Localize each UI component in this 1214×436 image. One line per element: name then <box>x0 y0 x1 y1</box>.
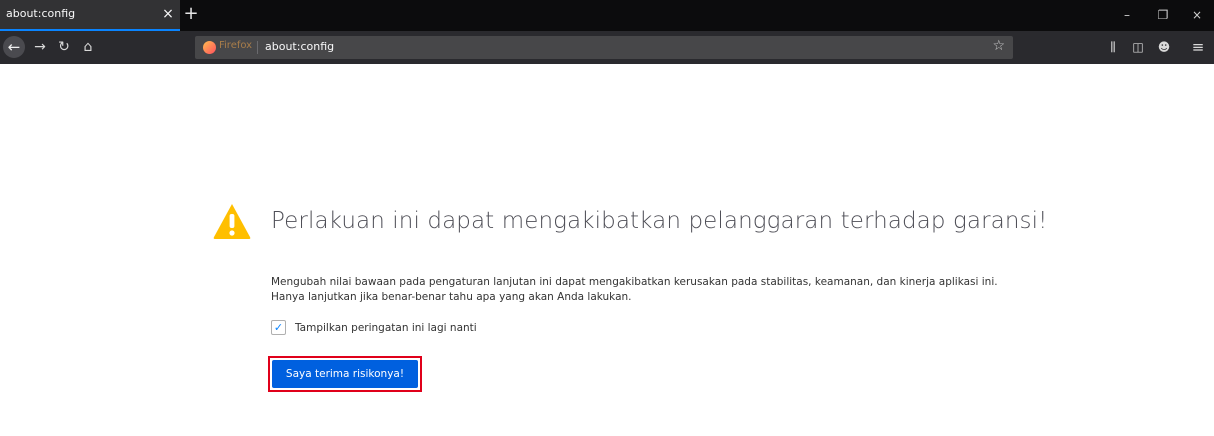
urlbar-separator <box>257 41 258 54</box>
warning-description-line-2: Hanya lanjutkan jika benar-benar tahu ap… <box>271 291 632 303</box>
browser-window: about:config × + – ❐ × ← → ↻ ⌂ Firefox a… <box>0 0 1214 436</box>
url-text[interactable]: about:config <box>265 40 334 53</box>
tab-about-config[interactable]: about:config × <box>0 0 180 31</box>
restore-button[interactable]: ❐ <box>1152 6 1174 24</box>
home-icon[interactable]: ⌂ <box>77 36 99 58</box>
hamburger-menu-icon[interactable]: ≡ <box>1188 36 1208 58</box>
warning-title: Perlakuan ini dapat mengakibatkan pelang… <box>271 208 1048 234</box>
tab-title: about:config <box>6 7 76 20</box>
warning-triangle-icon <box>213 204 251 239</box>
show-warning-checkbox-label[interactable]: Tampilkan peringatan ini lagi nanti <box>295 322 477 334</box>
close-window-button[interactable]: × <box>1186 6 1208 24</box>
account-icon[interactable]: ☻ <box>1154 36 1174 58</box>
url-bar[interactable]: Firefox about:config ☆ <box>195 36 1013 59</box>
back-arrow-icon[interactable]: ← <box>3 36 25 58</box>
warning-description-line-1: Mengubah nilai bawaan pada pengaturan la… <box>271 276 998 288</box>
tab-close-icon[interactable]: × <box>160 4 176 24</box>
forward-arrow-icon[interactable]: → <box>29 36 51 58</box>
warning-description: Mengubah nilai bawaan pada pengaturan la… <box>271 275 998 305</box>
minimize-button[interactable]: – <box>1116 6 1138 24</box>
new-tab-button[interactable]: + <box>181 3 201 25</box>
library-icon[interactable]: ⫼ <box>1103 36 1123 58</box>
reload-icon[interactable]: ↻ <box>53 36 75 58</box>
bookmark-star-icon[interactable]: ☆ <box>992 38 1005 54</box>
show-warning-checkbox[interactable]: ✓ <box>271 320 286 335</box>
sidebar-icon[interactable]: ◫ <box>1128 36 1148 58</box>
accept-risk-button[interactable]: Saya terima risikonya! <box>272 360 418 388</box>
identity-label[interactable]: Firefox <box>219 40 252 51</box>
tab-strip: about:config × + – ❐ × <box>0 0 1214 31</box>
firefox-logo-icon <box>203 41 216 54</box>
checkmark-icon: ✓ <box>273 321 284 334</box>
